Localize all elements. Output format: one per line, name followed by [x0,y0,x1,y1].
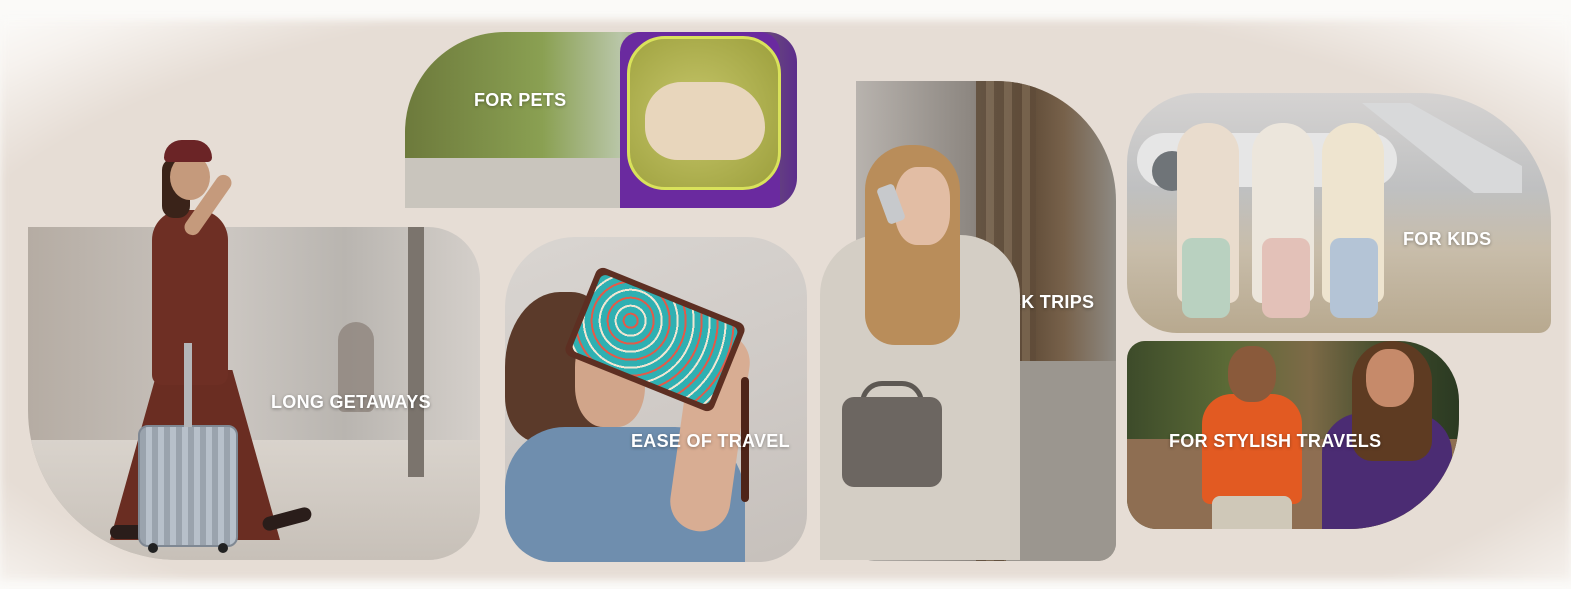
woman-with-suitcase-image [100,140,330,560]
tile-for-stylish-travels[interactable]: FOR STYLISH TRAVELS [1127,341,1459,529]
tile-for-pets[interactable]: FOR PETS [405,32,797,208]
woman-on-phone-image [820,145,1030,560]
cat-image [645,82,765,160]
tile-ease-of-travel[interactable]: EASE OF TRAVEL [505,237,807,562]
tile-label-for-pets: FOR PETS [474,90,567,110]
park-path-image [405,158,645,208]
kids-luggage-image [1262,238,1310,318]
tile-for-kids[interactable]: FOR KIDS [1127,93,1551,333]
kids-luggage-image [1182,238,1230,318]
traffic-pole-image [408,227,424,477]
crossbody-bag-image [842,397,942,487]
tile-label-for-stylish-travels: FOR STYLISH TRAVELS [1169,431,1382,451]
suitcase-image [138,343,238,553]
tile-label-ease-of-travel: EASE OF TRAVEL [631,431,790,451]
tile-label-for-kids: FOR KIDS [1403,229,1492,249]
kids-luggage-image [1330,238,1378,318]
